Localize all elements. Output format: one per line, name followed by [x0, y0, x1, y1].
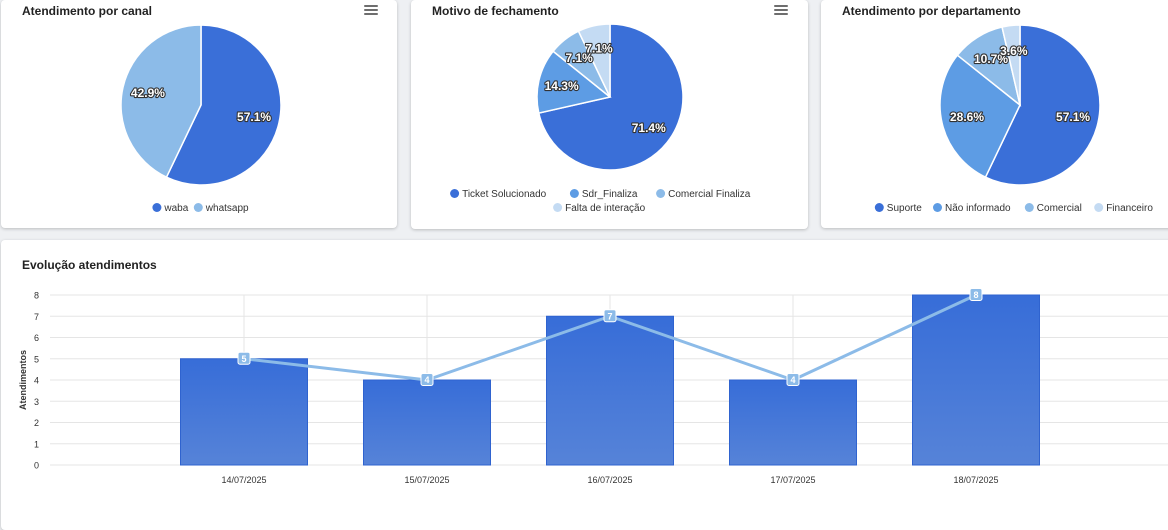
pie-data-label: 71.4% — [632, 121, 666, 135]
legend-marker[interactable] — [1024, 203, 1034, 212]
y-tick-label: 2 — [34, 418, 39, 428]
bar-2[interactable] — [363, 379, 491, 466]
legend-marker[interactable] — [1094, 203, 1104, 212]
y-axis-title: Atendimentos — [18, 350, 28, 410]
legend-label[interactable]: Não informado — [945, 203, 1011, 214]
pie-data-label: 57.1% — [237, 110, 271, 124]
bar-1[interactable] — [180, 358, 308, 466]
legend-marker[interactable] — [193, 203, 203, 212]
y-tick-label: 8 — [34, 291, 39, 301]
y-tick-label: 1 — [34, 439, 39, 449]
legend-label[interactable]: Financeiro — [1106, 203, 1153, 214]
legend-label[interactable]: Falta de interação — [565, 203, 645, 214]
chart-card-evolucao: Evolução atendimentos 0 1 2 3 4 5 6 7 8 Atendimen… — [1, 240, 1168, 530]
pie-chart-motivo: 71.4%14.3%7.1%7.1%Ticket Solucionado Sdr_… — [450, 23, 751, 214]
chart-card-canal: Atendimento por canal 57.1% 42.9% waba what… — [1, 0, 397, 228]
data-label: 7 — [607, 311, 612, 321]
x-tick-label: 15/07/2025 — [404, 475, 449, 485]
legend-label[interactable]: Comercial Finaliza — [668, 189, 751, 200]
bar-line-chart: 0 1 2 3 4 5 6 7 8 Atendimentos 14/07/2025 15/07/202… — [18, 288, 1168, 485]
pie-data-label: 14.3% — [545, 79, 579, 93]
y-tick-label: 5 — [34, 354, 39, 364]
legend-label[interactable]: Ticket Solucionado — [462, 189, 547, 200]
x-tick-label: 16/07/2025 — [587, 475, 632, 485]
bar-4[interactable] — [729, 379, 857, 466]
data-label: 8 — [973, 290, 978, 300]
legend-marker[interactable] — [569, 189, 579, 198]
legend-marker[interactable] — [152, 203, 162, 212]
legend-marker[interactable] — [656, 189, 666, 198]
legend-marker[interactable] — [553, 203, 563, 212]
data-label: 4 — [790, 375, 795, 385]
legend-marker[interactable] — [933, 203, 942, 212]
legend-marker[interactable] — [874, 203, 884, 212]
y-tick-label: 0 — [34, 461, 39, 471]
legend-label[interactable]: Sdr_Finaliza — [582, 189, 638, 200]
y-tick-label: 7 — [34, 312, 39, 322]
y-tick-label: 3 — [34, 397, 39, 407]
chart-card-departamento: Atendimento por departamento 57.1% 28.6% 1… — [821, 0, 1168, 228]
data-label: 5 — [241, 354, 246, 364]
legend-label[interactable]: Suporte — [887, 203, 922, 214]
legend-label[interactable]: whatsapp — [205, 203, 249, 214]
legend-label[interactable]: Comercial — [1037, 203, 1082, 214]
pie-chart-canal: 57.1% 42.9% waba whatsapp — [120, 24, 282, 214]
x-tick-label: 18/07/2025 — [953, 475, 998, 485]
y-tick-label: 6 — [34, 333, 39, 343]
pie-data-label: 57.1% — [1056, 110, 1090, 124]
chart-card-motivo: Motivo de fechamento 71.4% 14.3% 7.1% 7.1% T… — [411, 0, 808, 229]
legend-marker[interactable] — [450, 189, 460, 198]
bar-5[interactable] — [912, 294, 1040, 466]
pie-chart-departamento: 57.1%28.6%10.7%3.6%Suporte Não informado C… — [874, 24, 1153, 214]
pie-data-label: 7.1% — [585, 42, 613, 56]
y-tick-label: 4 — [34, 376, 39, 386]
x-tick-label: 17/07/2025 — [770, 475, 815, 485]
data-label: 4 — [424, 375, 429, 385]
pie-data-label: 28.6% — [950, 110, 984, 124]
x-tick-label: 14/07/2025 — [221, 475, 266, 485]
pie-data-label: 3.6% — [1000, 44, 1028, 58]
legend-label[interactable]: waba — [163, 203, 188, 214]
bar-3[interactable] — [546, 315, 674, 466]
pie-data-label: 42.9% — [131, 86, 165, 100]
